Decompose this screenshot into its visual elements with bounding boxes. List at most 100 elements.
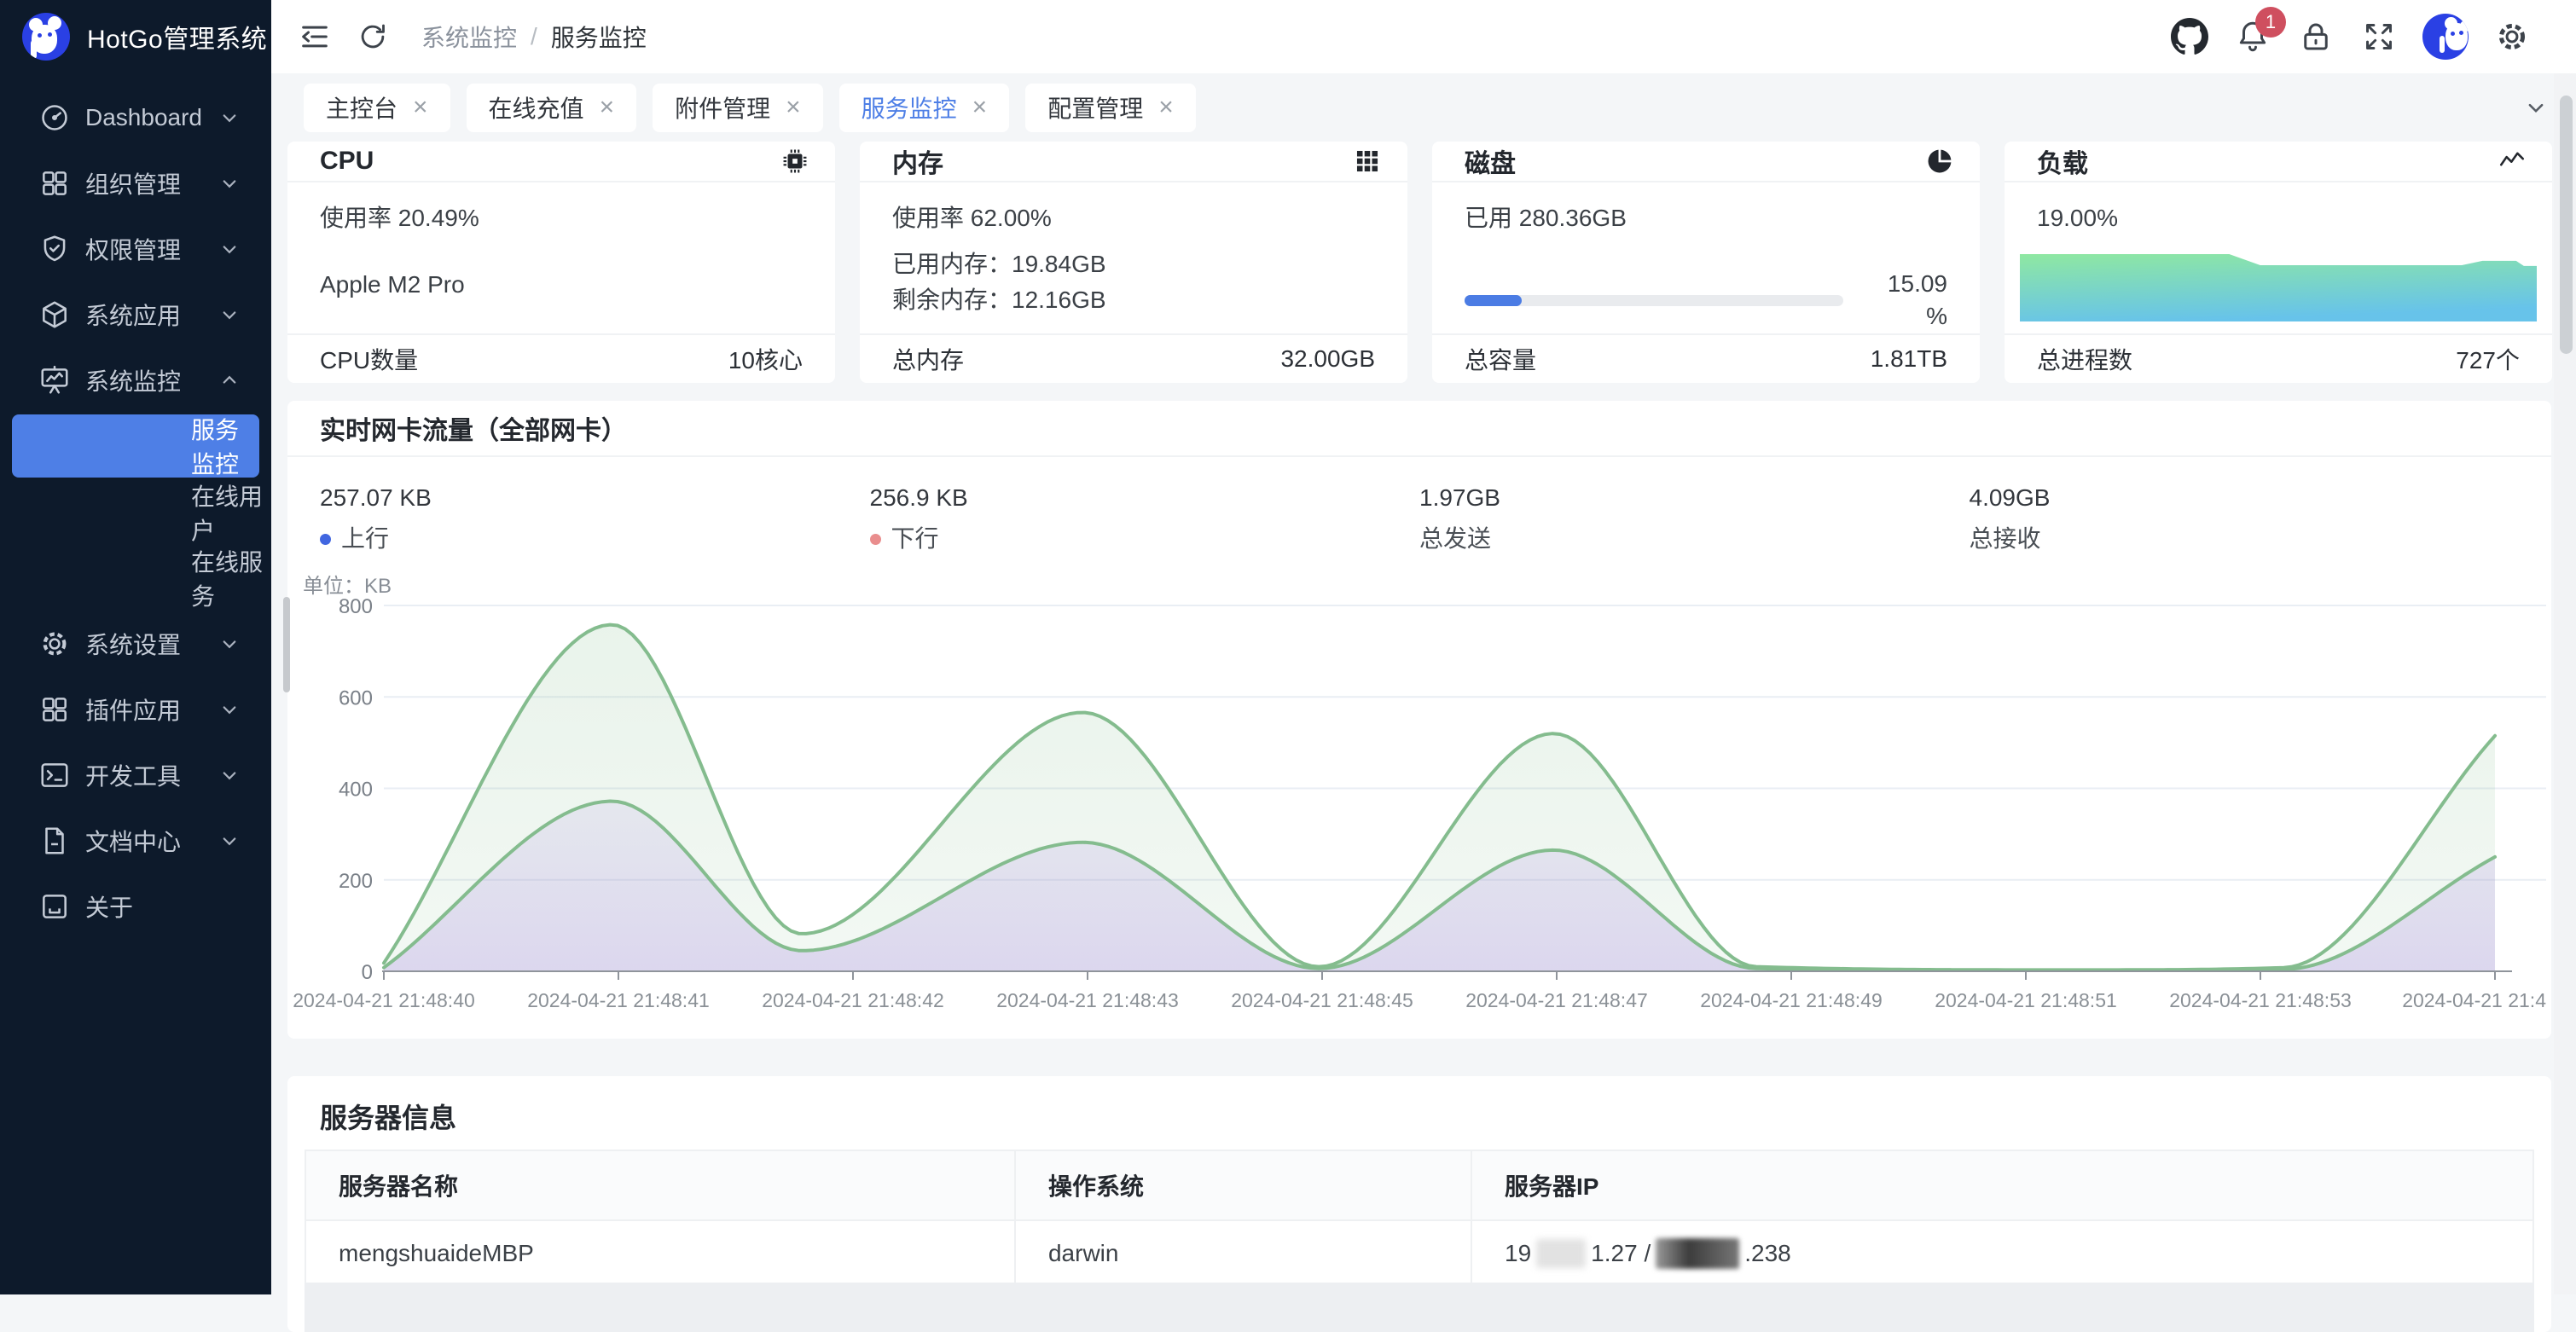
sidebar-subitem-online-services[interactable]: 在线服务 xyxy=(0,545,271,611)
sidebar-item-label: 系统应用 xyxy=(85,298,217,332)
memory-card: 内存 使用率 62.00% 已用内存：19.84GB 剩余内存：12.16GB … xyxy=(860,142,1407,383)
settings-gear-icon[interactable] xyxy=(2492,17,2532,56)
chevron-down-icon xyxy=(217,828,242,854)
traffic-title: 实时网卡流量（全部网卡） xyxy=(320,409,627,447)
svg-text:200: 200 xyxy=(339,870,373,893)
memory-grid-icon xyxy=(1353,147,1382,176)
tab-close-icon[interactable]: × xyxy=(413,95,428,120)
disk-card: 磁盘 已用 280.36GB 15.09 % 总容量 1.81TB xyxy=(1432,142,1980,383)
ip-redacted-segment xyxy=(1536,1239,1586,1268)
sidebar-item-dashboard[interactable]: Dashboard xyxy=(0,84,271,150)
sidebar-item-plugins[interactable]: 插件应用 xyxy=(0,676,271,742)
refresh-icon[interactable] xyxy=(353,17,392,56)
tab-close-icon[interactable]: × xyxy=(600,95,615,120)
sidebar-subitem-label: 在线服务 xyxy=(191,544,271,612)
tabbar-dropdown-chevron-icon[interactable] xyxy=(2521,93,2550,122)
cube-icon xyxy=(38,298,72,332)
tab-attachments[interactable]: 附件管理 × xyxy=(653,84,823,132)
sidebar-header: HotGo管理系统 xyxy=(0,0,271,73)
cell-server-ip: 19 1.27 / .238 xyxy=(1471,1221,2532,1286)
trend-line-icon xyxy=(2498,147,2527,176)
sidebar-item-label: 系统设置 xyxy=(85,627,217,661)
disk-percent: 15.09 % xyxy=(1862,268,1947,333)
chevron-up-icon xyxy=(217,368,242,393)
stat-label: 上行 xyxy=(341,524,389,554)
github-icon[interactable] xyxy=(2170,17,2209,56)
sidebar-item-docs[interactable]: 文档中心 xyxy=(0,808,271,873)
tab-service-monitor[interactable]: 服务监控 × xyxy=(839,84,1010,132)
notification-badge: 1 xyxy=(2255,7,2286,38)
tab-label: 在线充值 xyxy=(489,90,584,125)
traffic-card: 实时网卡流量（全部网卡） 257.07 KB 上行 256.9 KB 下行 1.… xyxy=(287,401,2551,1039)
memory-footer-label: 总内存 xyxy=(892,342,964,376)
tab-close-icon[interactable]: × xyxy=(786,95,801,120)
cpu-model: Apple M2 Pro xyxy=(320,269,803,300)
document-icon xyxy=(38,824,72,858)
disk-progress-fill xyxy=(1465,295,1522,306)
grid-icon xyxy=(38,692,72,727)
tab-label: 附件管理 xyxy=(675,90,770,125)
sidebar-item-permission[interactable]: 权限管理 xyxy=(0,216,271,281)
svg-text:2024-04-21 21:48:53: 2024-04-21 21:48:53 xyxy=(2169,989,2352,1011)
disk-card-title: 磁盘 xyxy=(1465,142,1925,180)
sidebar-item-label: 插件应用 xyxy=(85,692,217,727)
svg-text:2024-04-21 21:48:47: 2024-04-21 21:48:47 xyxy=(1465,989,1648,1011)
sidebar-item-organization[interactable]: 组织管理 xyxy=(0,150,271,216)
sidebar-item-system-monitor[interactable]: 系统监控 xyxy=(0,347,271,413)
monitor-chart-icon xyxy=(38,363,72,397)
tab-config[interactable]: 配置管理 × xyxy=(1025,84,1196,132)
ip-suffix: .238 xyxy=(1744,1240,1791,1267)
tabbar: 主控台 × 在线充值 × 附件管理 × 服务监控 × 配置管理 × xyxy=(271,73,2576,142)
fullscreen-icon[interactable] xyxy=(2359,17,2399,56)
user-avatar[interactable] xyxy=(2422,14,2469,60)
notifications-bell-icon[interactable]: 1 xyxy=(2233,17,2272,56)
sidebar-item-label: Dashboard xyxy=(85,104,217,131)
memory-used: 已用内存：19.84GB xyxy=(892,249,1375,280)
memory-usage: 使用率 62.00% xyxy=(892,203,1375,234)
cpu-usage: 使用率 20.49% xyxy=(320,203,803,234)
lock-screen-icon[interactable] xyxy=(2296,17,2335,56)
chevron-down-icon xyxy=(217,236,242,262)
breadcrumb-separator: / xyxy=(531,23,537,50)
sidebar-item-system-apps[interactable]: 系统应用 xyxy=(0,281,271,347)
svg-text:2024-04-21 21:48:43: 2024-04-21 21:48:43 xyxy=(996,989,1179,1011)
cpu-card-title: CPU xyxy=(320,147,780,176)
stat-value: 256.9 KB xyxy=(870,483,1420,513)
grid-icon xyxy=(38,166,72,200)
sidebar-item-label: 权限管理 xyxy=(85,232,217,266)
tab-label: 服务监控 xyxy=(862,90,957,125)
load-card: 负载 19.00% 总进程数 727个 xyxy=(2005,142,2552,383)
col-server-ip: 服务器IP xyxy=(1471,1151,2532,1219)
hotgo-admin-app: HotGo管理系统 Dashboard 组织管理 xyxy=(0,0,2576,1294)
sidebar-collapse-icon[interactable] xyxy=(295,17,334,56)
sidebar-subitem-service-monitor[interactable]: 服务监控 xyxy=(12,414,259,478)
breadcrumb-parent[interactable]: 系统监控 xyxy=(421,20,517,54)
svg-text:2024-04-21 21:48:51: 2024-04-21 21:48:51 xyxy=(1935,989,2117,1011)
app-title: HotGo管理系统 xyxy=(87,18,267,55)
sidebar-item-about[interactable]: 关于 xyxy=(0,873,271,939)
tab-label: 主控台 xyxy=(326,90,397,125)
tab-online-recharge[interactable]: 在线充值 × xyxy=(467,84,637,132)
load-usage: 19.00% xyxy=(2037,203,2520,234)
content-scrollbar-thumb[interactable] xyxy=(283,597,290,692)
ip-redacted-segment xyxy=(1656,1238,1739,1269)
sidebar-item-dev-tools[interactable]: 开发工具 xyxy=(0,742,271,808)
sidebar-item-system-settings[interactable]: 系统设置 xyxy=(0,611,271,676)
sidebar-subitem-online-users[interactable]: 在线用户 xyxy=(0,479,271,545)
tab-console[interactable]: 主控台 × xyxy=(304,84,450,132)
tab-close-icon[interactable]: × xyxy=(972,95,988,120)
legend-dot-download xyxy=(870,534,881,545)
stat-upload: 257.07 KB 上行 xyxy=(320,483,870,554)
disk-used: 已用 280.36GB xyxy=(1465,203,1947,234)
server-table-header: 服务器名称 操作系统 服务器IP xyxy=(306,1151,2532,1221)
page-scrollbar-track xyxy=(2554,73,2576,1294)
chevron-down-icon xyxy=(217,302,242,327)
tab-close-icon[interactable]: × xyxy=(1158,95,1174,120)
disk-progress-track xyxy=(1465,295,1843,306)
legend-dot-upload xyxy=(320,534,331,545)
page-scrollbar-thumb[interactable] xyxy=(2560,96,2573,354)
table-row: mengshuaideMBP darwin 19 1.27 / .238 xyxy=(306,1221,2532,1286)
cpu-chip-icon xyxy=(780,147,809,176)
memory-free: 剩余内存：12.16GB xyxy=(892,285,1375,316)
stat-value: 1.97GB xyxy=(1419,483,1970,513)
